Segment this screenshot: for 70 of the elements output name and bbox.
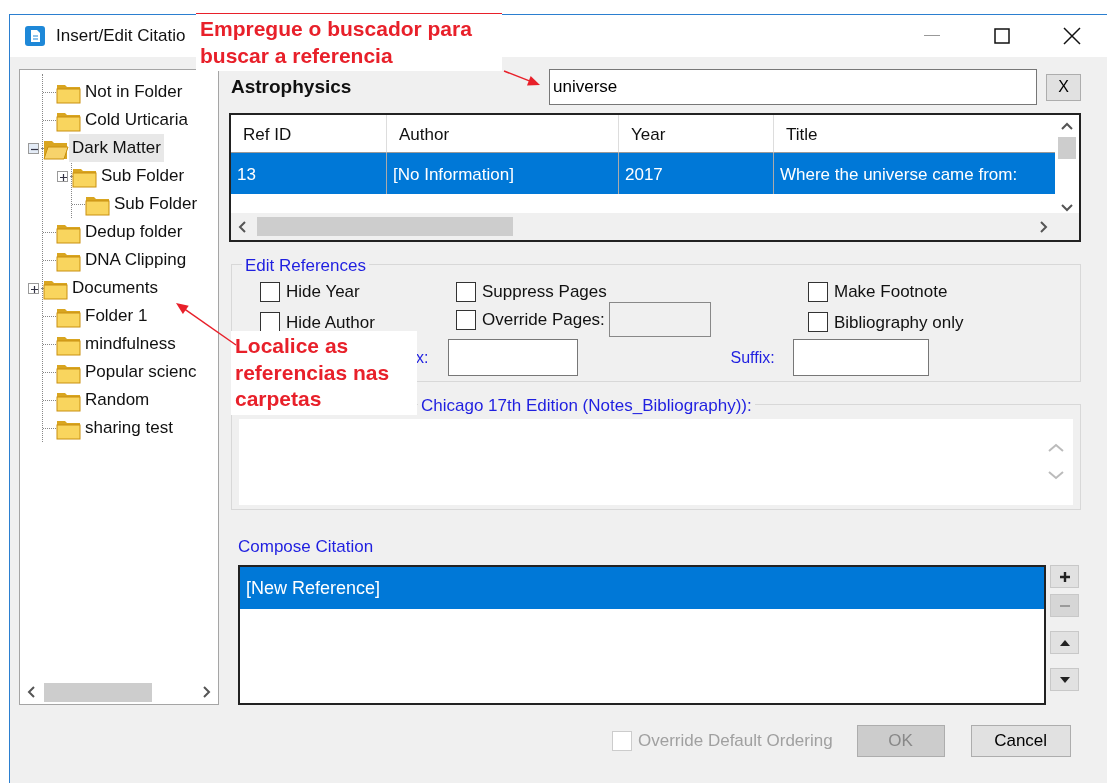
checkbox[interactable] (260, 281, 280, 302)
annotation-text: Localice as referencias nas carpetas (231, 331, 417, 415)
checkbox-label: Hide Year (286, 281, 360, 303)
minimize-icon (924, 35, 940, 37)
maximize-icon (994, 28, 1010, 44)
cancel-button[interactable]: Cancel (970, 725, 1071, 757)
suffix-label: Suffix: (730, 347, 775, 368)
annotation-arrow (503, 70, 540, 86)
table-cell: 2017 (619, 153, 774, 194)
checkbox[interactable] (456, 309, 476, 330)
toggle-button[interactable] (57, 170, 68, 182)
add-icon (1058, 570, 1071, 583)
compose-citation-label: Compose Citation (238, 535, 375, 558)
up-button[interactable] (1050, 631, 1079, 654)
checkbox[interactable] (260, 312, 280, 333)
folder-item[interactable]: Random (82, 386, 153, 414)
plus-icon (58, 171, 69, 183)
folder-item[interactable]: Documents (69, 274, 161, 302)
checkbox[interactable] (808, 312, 828, 333)
folder-item[interactable]: Sub Folder (98, 162, 188, 190)
folder-item[interactable]: Dedup folder (82, 218, 186, 246)
prefix-label: x: (416, 347, 429, 368)
toggle-button[interactable] (28, 142, 39, 154)
clear-search-button[interactable]: X (1046, 73, 1081, 101)
scroll-left-icon (26, 685, 36, 699)
table-cell: 13 (231, 153, 387, 194)
citation-item[interactable]: [New Reference] (240, 567, 1044, 609)
search-field[interactable]: universe (549, 69, 1037, 105)
folder-item[interactable]: Popular scienc (82, 358, 200, 386)
folder-item[interactable]: Dark Matter (69, 134, 164, 162)
scroll-left-icon (237, 219, 247, 234)
folder-item[interactable]: sharing test (82, 414, 176, 442)
scrollbar-thumb[interactable] (257, 217, 513, 236)
prefix-field[interactable] (448, 339, 579, 376)
suffix-field[interactable] (792, 339, 929, 376)
plus-icon (29, 283, 40, 295)
folder-item[interactable]: DNA Clipping (82, 246, 190, 274)
library-name: Astrophysics (231, 74, 352, 99)
scroll-right-icon (1039, 219, 1049, 234)
folder-item[interactable]: Not in Folder (82, 78, 186, 106)
checkbox-label: Hide Author (286, 311, 375, 334)
annotation-arrow (176, 303, 237, 346)
down-button[interactable] (1050, 668, 1079, 691)
table-cell: [No Information] (387, 153, 619, 194)
scroll-right-icon (202, 685, 212, 699)
checkbox-label: Bibliography only (834, 311, 964, 334)
scroll-down-icon (1060, 203, 1074, 213)
scroll-down-icon (1046, 470, 1065, 481)
checkbox[interactable] (456, 281, 476, 302)
annotation-text: Empregue o buscador para buscar a referencia (196, 13, 502, 72)
scroll-up-icon (1046, 443, 1065, 454)
folder-item[interactable]: Cold Urticaria (82, 106, 191, 134)
folder-item[interactable]: Folder 1 (82, 302, 151, 330)
checkbox-label: Override Default Ordering (638, 730, 833, 753)
toggle-button[interactable] (28, 282, 39, 294)
folder-item[interactable]: mindfulness (82, 330, 179, 358)
folder-item[interactable]: Sub Folder (111, 190, 201, 218)
checkbox[interactable] (808, 281, 828, 302)
document-icon (24, 25, 46, 47)
scroll-up-icon (1060, 121, 1074, 131)
checkbox-label: Make Footnote (834, 281, 948, 303)
scrollbar-thumb[interactable] (1058, 137, 1076, 159)
window-title: Insert/Edit Citatio (56, 25, 186, 48)
close-icon (1063, 27, 1081, 45)
checkbox-label: Override Pages: (482, 308, 605, 331)
add-button[interactable] (1050, 565, 1079, 588)
scrollbar-thumb[interactable] (44, 682, 152, 702)
checkbox-label: Suppress Pages (482, 281, 607, 303)
scrollbar[interactable] (231, 213, 1079, 240)
table-cell: Where the universe came from: (774, 153, 1055, 194)
